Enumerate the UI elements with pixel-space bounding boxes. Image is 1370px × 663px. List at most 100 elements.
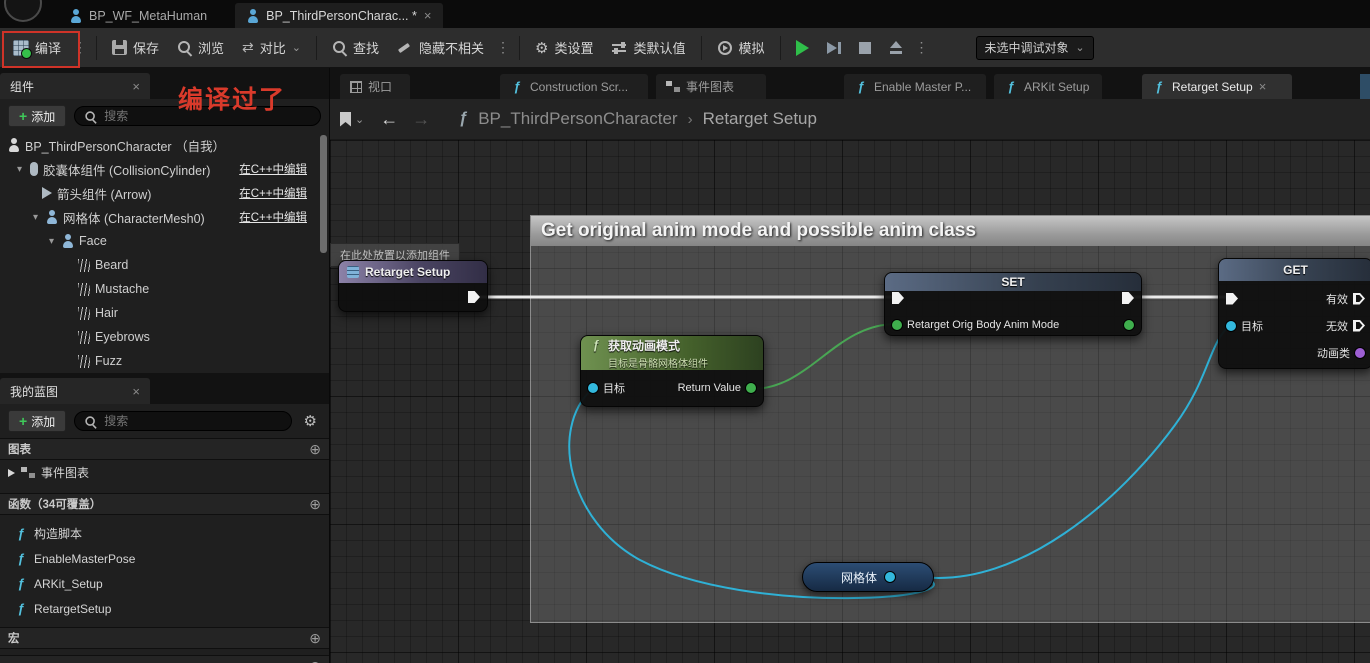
section-variables-partial[interactable]: ⊕ [0, 655, 329, 663]
tree-row[interactable]: ▾ Face [0, 229, 329, 253]
anim-class-pin[interactable] [1355, 347, 1365, 358]
stop-button[interactable] [850, 32, 880, 64]
section-functions[interactable]: 函数（34可覆盖） ⊕ [0, 493, 329, 515]
tab-overflow-indicator[interactable] [1360, 74, 1370, 99]
function-item-arkit-setup[interactable]: ƒ ARKit_Setup [0, 571, 329, 596]
frame-skip-button[interactable] [818, 32, 850, 64]
class-defaults-button[interactable]: 类默认值 [603, 32, 695, 64]
asset-tab-bp-wf-metahuman[interactable]: BP_WF_MetaHuman [58, 3, 219, 28]
save-button[interactable]: 保存 [103, 32, 168, 64]
my-blueprint-search-input[interactable] [104, 414, 283, 428]
tree-row[interactable]: Eyebrows [0, 325, 329, 349]
play-button[interactable] [787, 32, 818, 64]
add-component-button[interactable]: + 添加 [8, 105, 67, 127]
value-out-pin[interactable] [1124, 320, 1134, 330]
find-button[interactable]: 查找 [323, 32, 388, 64]
nav-back-icon[interactable]: ← [380, 109, 398, 130]
expander-icon[interactable]: ▾ [30, 212, 41, 223]
browse-button[interactable]: 浏览 [168, 32, 233, 64]
tree-row[interactable]: BP_ThirdPersonCharacter （自我） [0, 133, 329, 157]
edit-in-cpp-link[interactable]: 在C++中编辑 [239, 161, 307, 177]
tab-arkit-setup[interactable]: ƒ ARKit Setup [994, 74, 1102, 99]
function-icon: ƒ [458, 110, 468, 127]
edit-in-cpp-link[interactable]: 在C++中编辑 [239, 185, 307, 201]
exec-out-pin[interactable] [468, 291, 480, 303]
hide-unrelated-options-icon[interactable]: ⋮ [493, 39, 513, 56]
function-item-construction-script[interactable]: ƒ 构造脚本 [0, 521, 329, 546]
add-variable-icon[interactable]: ⊕ [309, 658, 321, 663]
value-in-pin[interactable] [892, 320, 902, 330]
comment-title[interactable]: Get original anim mode and possible anim… [531, 216, 1370, 246]
close-icon[interactable]: × [424, 8, 432, 23]
node-get-anim-class[interactable]: GET 有效 目标 无效 动画类 [1218, 258, 1370, 369]
mesh-out-pin[interactable] [885, 572, 895, 582]
close-icon[interactable]: × [1259, 79, 1267, 94]
expander-icon[interactable] [8, 468, 15, 477]
graph-canvas[interactable]: Get original anim mode and possible anim… [330, 140, 1370, 663]
exec-in-pin[interactable] [1226, 293, 1238, 305]
tree-row[interactable]: 箭头组件 (Arrow) 在C++中编辑 [0, 181, 329, 205]
nav-forward-icon: → [412, 108, 431, 129]
asset-tab-bp-thirdpersoncharacter[interactable]: BP_ThirdPersonCharac... * × [235, 3, 444, 28]
invalid-exec-out-pin[interactable] [1353, 320, 1365, 332]
components-search-input[interactable] [104, 109, 312, 123]
breadcrumb-root[interactable]: BP_ThirdPersonCharacter [478, 109, 677, 129]
diff-button[interactable]: ⇄ 对比 ⌄ [233, 32, 310, 64]
node-get-animation-mode[interactable]: ƒ 获取动画模式 目标是骨骼网格体组件 目标 Return Value [580, 335, 764, 407]
add-blueprint-item-button[interactable]: + 添加 [8, 410, 67, 432]
components-body: + 添加 BP_ThirdPersonCharacter （自我） ▾ [0, 99, 329, 373]
add-function-icon[interactable]: ⊕ [309, 496, 321, 513]
event-graph-icon [21, 467, 35, 478]
compile-button[interactable]: 编译 [4, 32, 70, 64]
expander-icon[interactable]: ▾ [14, 164, 25, 175]
tab-enable-master-pose[interactable]: ƒ Enable Master P... [844, 74, 986, 99]
node-mesh-variable[interactable]: 网格体 [802, 562, 934, 592]
tab-event-graph[interactable]: 事件图表 [656, 74, 766, 99]
tree-row[interactable]: Mustache [0, 277, 329, 301]
add-graph-icon[interactable]: ⊕ [309, 441, 321, 458]
close-icon[interactable]: × [132, 384, 140, 399]
node-set-retarget-orig-body-anim-mode[interactable]: SET Retarget Orig Body Anim Mode [884, 272, 1142, 336]
tree-row[interactable]: Fuzz [0, 349, 329, 373]
valid-exec-out-pin[interactable] [1353, 293, 1365, 305]
search-icon [85, 110, 97, 122]
my-blueprint-tabstrip: 我的蓝图 × [0, 373, 329, 404]
simulate-button[interactable]: 模拟 [708, 32, 774, 64]
section-graphs[interactable]: 图表 ⊕ [0, 438, 329, 460]
bookmark-icon[interactable] [340, 111, 351, 127]
tab-viewport[interactable]: 视口 [340, 74, 410, 99]
compile-options-icon[interactable]: ⋮ [70, 39, 90, 56]
function-item-retargetsetup[interactable]: ƒ RetargetSetup [0, 596, 329, 621]
components-search[interactable] [74, 106, 321, 126]
tree-row[interactable]: ▾ 胶囊体组件 (CollisionCylinder) 在C++中编辑 [0, 157, 329, 181]
exec-in-pin[interactable] [892, 292, 904, 304]
class-settings-button[interactable]: ⚙ 类设置 [526, 32, 602, 64]
return-value-pin[interactable] [746, 383, 756, 393]
tab-my-blueprint[interactable]: 我的蓝图 × [0, 378, 150, 404]
section-macros[interactable]: 宏 ⊕ [0, 627, 329, 649]
function-item-enablemasterpose[interactable]: ƒ EnableMasterPose [0, 546, 329, 571]
target-pin[interactable] [588, 383, 598, 393]
tree-row[interactable]: ▾ 网格体 (CharacterMesh0) 在C++中编辑 [0, 205, 329, 229]
debug-object-dropdown[interactable]: 未选中调试对象 ⌄ [975, 35, 1094, 60]
blueprint-filter-gear-icon[interactable]: ⚙ [300, 412, 321, 430]
chevron-down-icon[interactable]: ⌄ [355, 113, 364, 126]
expander-icon[interactable]: ▾ [46, 236, 57, 247]
node-retarget-setup-entry[interactable]: Retarget Setup [338, 260, 488, 312]
add-macro-icon[interactable]: ⊕ [309, 630, 321, 647]
target-pin[interactable] [1226, 320, 1236, 331]
exec-out-pin[interactable] [1122, 292, 1134, 304]
components-scrollbar[interactable] [320, 135, 327, 253]
edit-in-cpp-link[interactable]: 在C++中编辑 [239, 209, 307, 225]
tab-construction-script[interactable]: ƒ Construction Scr... [500, 74, 648, 99]
close-icon[interactable]: × [132, 79, 140, 94]
hide-unrelated-button[interactable]: 隐藏不相关 [388, 32, 493, 64]
event-graph-item[interactable]: 事件图表 [0, 460, 329, 485]
my-blueprint-search[interactable] [74, 411, 292, 431]
eject-button[interactable] [880, 32, 912, 64]
play-options-icon[interactable]: ⋮ [912, 39, 932, 56]
tree-row[interactable]: Hair [0, 301, 329, 325]
tab-components[interactable]: 组件 × [0, 73, 150, 99]
tree-row[interactable]: Beard [0, 253, 329, 277]
tab-retarget-setup[interactable]: ƒ Retarget Setup × [1142, 74, 1292, 99]
